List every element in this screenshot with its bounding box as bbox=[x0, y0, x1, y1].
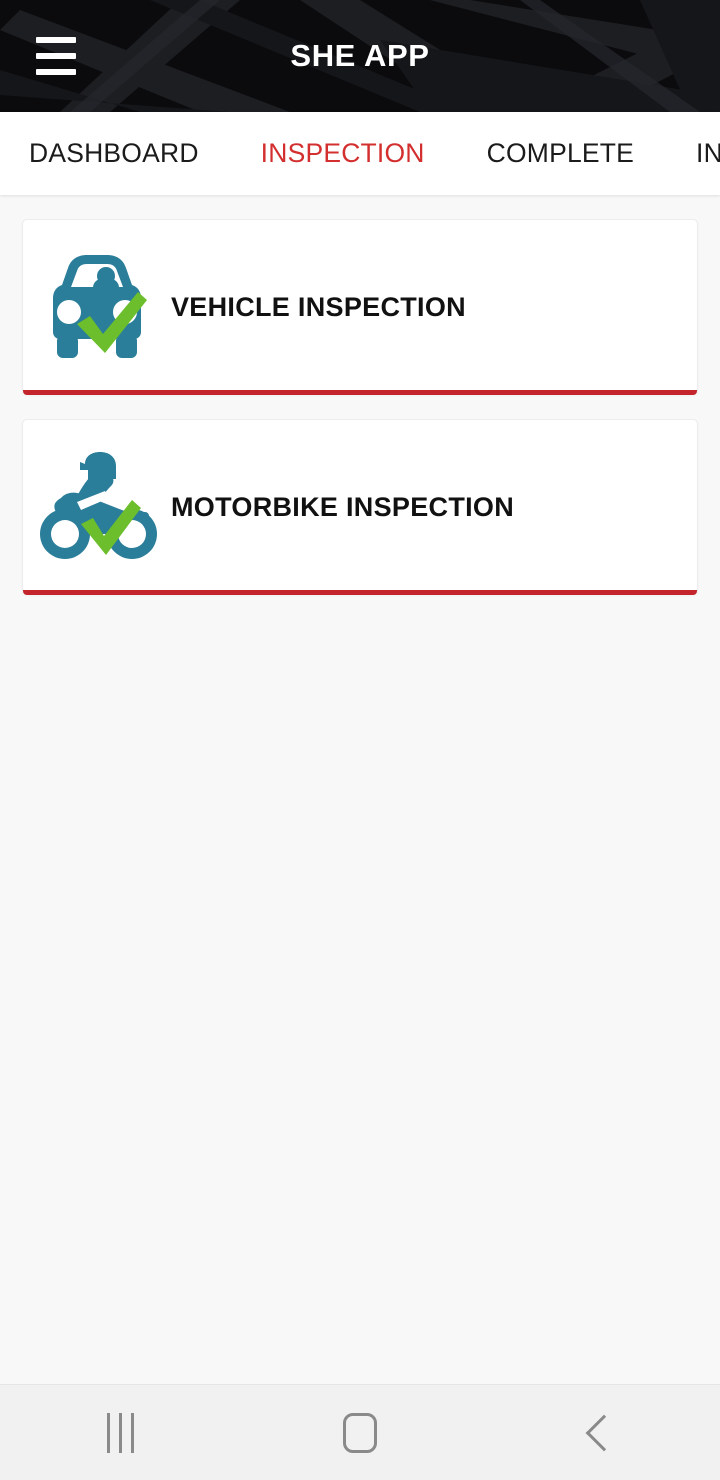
recents-icon bbox=[106, 1412, 134, 1453]
recents-button[interactable] bbox=[60, 1385, 180, 1480]
recents-bar bbox=[118, 1412, 122, 1453]
home-icon bbox=[343, 1412, 377, 1453]
hamburger-bar bbox=[36, 53, 76, 59]
back-button[interactable] bbox=[540, 1385, 660, 1480]
tab-complete[interactable]: COMPLETE bbox=[456, 138, 665, 169]
card-vehicle-inspection[interactable]: VEHICLE INSPECTION bbox=[22, 219, 698, 395]
hamburger-bar bbox=[36, 37, 76, 43]
app-screen: SHE APP DASHBOARD INSPECTION COMPLETE IN… bbox=[0, 0, 720, 1480]
home-button[interactable] bbox=[300, 1385, 420, 1480]
tab-bar: DASHBOARD INSPECTION COMPLETE INCOMPLETE bbox=[0, 112, 720, 195]
recents-bar bbox=[106, 1412, 110, 1453]
system-navigation-bar bbox=[0, 1384, 720, 1480]
page-title: SHE APP bbox=[290, 38, 430, 73]
hamburger-menu-icon[interactable] bbox=[36, 37, 76, 75]
app-header: SHE APP bbox=[0, 0, 720, 112]
card-label: MOTORBIKE INSPECTION bbox=[171, 491, 515, 522]
content-area: VEHICLE INSPECTION MOTORBIKE INSPECTION bbox=[0, 195, 720, 1384]
car-check-icon bbox=[23, 252, 171, 362]
hamburger-bar bbox=[36, 69, 76, 75]
recents-bar bbox=[130, 1412, 134, 1453]
card-motorbike-inspection[interactable]: MOTORBIKE INSPECTION bbox=[22, 419, 698, 595]
tab-incomplete[interactable]: INCOMPLETE bbox=[665, 138, 720, 169]
tab-dashboard[interactable]: DASHBOARD bbox=[24, 138, 230, 169]
card-label: VEHICLE INSPECTION bbox=[171, 291, 466, 322]
back-icon bbox=[585, 1414, 623, 1451]
motorbike-check-icon bbox=[23, 452, 171, 562]
tab-inspection[interactable]: INSPECTION bbox=[230, 138, 456, 169]
